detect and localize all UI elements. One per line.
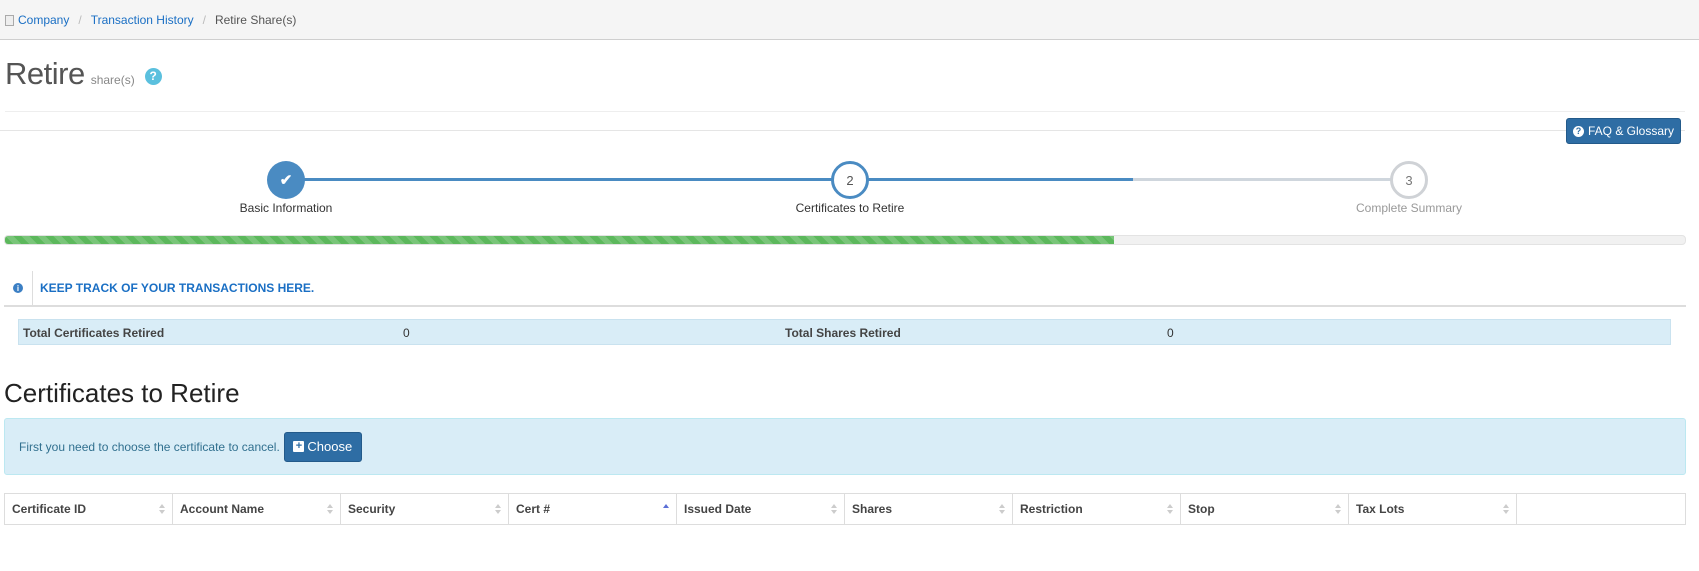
column-header-shares[interactable]: Shares bbox=[845, 494, 1013, 524]
progress-fill bbox=[5, 236, 1114, 244]
faq-glossary-label: FAQ & Glossary bbox=[1587, 124, 1675, 138]
breadcrumb-company-link[interactable]: Company bbox=[18, 13, 69, 27]
total-shares-label: Total Shares Retired bbox=[785, 326, 901, 340]
breadcrumb-current: Retire Share(s) bbox=[214, 12, 297, 27]
page-title-text: Retire bbox=[5, 56, 85, 91]
sort-icon bbox=[1167, 504, 1173, 515]
wizard-progress-bar bbox=[4, 235, 1686, 245]
plus-square-icon: + bbox=[293, 441, 305, 452]
page-title: Retire share(s) ? bbox=[5, 56, 162, 96]
wizard-step-3-circle: 3 bbox=[1390, 161, 1428, 199]
document-icon bbox=[5, 15, 14, 26]
info-banner-message: KEEP TRACK OF YOUR TRANSACTIONS HERE. bbox=[40, 281, 315, 295]
sort-icon bbox=[999, 504, 1005, 515]
certificates-table-header: Certificate ID Account Name Security Cer… bbox=[4, 493, 1686, 525]
question-circle-icon: ? bbox=[1572, 125, 1584, 137]
column-label: Stop bbox=[1188, 502, 1215, 516]
column-header-account-name[interactable]: Account Name bbox=[173, 494, 341, 524]
choose-button-label: Choose bbox=[307, 439, 353, 454]
column-header-restriction[interactable]: Restriction bbox=[1013, 494, 1181, 524]
choose-button[interactable]: + Choose bbox=[283, 431, 362, 462]
wizard-step-3-label: Complete Summary bbox=[1355, 201, 1463, 215]
column-header-certificate-id[interactable]: Certificate ID bbox=[5, 494, 173, 524]
choose-certificate-alert: First you need to choose the certificate… bbox=[4, 418, 1686, 475]
sort-icon bbox=[831, 504, 837, 515]
column-label: Restriction bbox=[1020, 502, 1083, 516]
column-label: Issued Date bbox=[684, 502, 752, 516]
title-divider bbox=[5, 111, 1685, 112]
sort-icon bbox=[495, 504, 501, 515]
wizard-step-1-check-icon[interactable]: ✔ bbox=[267, 161, 305, 199]
help-icon[interactable]: ? bbox=[144, 67, 162, 85]
page-subtitle: share(s) bbox=[90, 73, 135, 87]
info-circle-icon: i bbox=[13, 283, 23, 293]
totals-summary: Total Certificates Retired 0 Total Share… bbox=[18, 319, 1671, 345]
info-circle-icon-cell: i bbox=[4, 271, 33, 305]
sort-icon bbox=[1335, 504, 1341, 515]
total-certificates-label: Total Certificates Retired bbox=[23, 326, 165, 340]
total-shares-value: 0 bbox=[1167, 326, 1174, 340]
info-banner: i KEEP TRACK OF YOUR TRANSACTIONS HERE. bbox=[4, 271, 1686, 307]
breadcrumb-separator: / bbox=[78, 12, 82, 27]
sort-icon bbox=[159, 504, 165, 515]
header-divider bbox=[0, 130, 1685, 131]
wizard-step-2-circle[interactable]: 2 bbox=[831, 161, 869, 199]
wizard-connector-pending bbox=[1133, 178, 1409, 181]
wizard-connector-complete bbox=[287, 178, 1133, 181]
column-header-issued-date[interactable]: Issued Date bbox=[677, 494, 845, 524]
column-label: Account Name bbox=[180, 502, 265, 516]
column-label: Security bbox=[348, 502, 396, 516]
column-header-actions bbox=[1517, 494, 1685, 524]
sort-icon bbox=[327, 504, 333, 515]
column-header-security[interactable]: Security bbox=[341, 494, 509, 524]
column-header-stop[interactable]: Stop bbox=[1181, 494, 1349, 524]
breadcrumb: Company / Transaction History / Retire S… bbox=[0, 0, 1699, 40]
breadcrumb-separator: / bbox=[202, 12, 206, 27]
sort-icon bbox=[1503, 504, 1509, 515]
column-label: Certificate ID bbox=[12, 502, 87, 516]
section-title: Certificates to Retire bbox=[4, 378, 240, 408]
sort-ascending-icon bbox=[663, 504, 669, 515]
total-certificates-value: 0 bbox=[403, 326, 410, 340]
column-label: Tax Lots bbox=[1356, 502, 1405, 516]
column-label: Cert # bbox=[516, 502, 551, 516]
wizard-step-2-label: Certificates to Retire bbox=[795, 201, 905, 215]
faq-glossary-button[interactable]: ? FAQ & Glossary bbox=[1566, 118, 1681, 144]
wizard-step-1-label: Basic Information bbox=[239, 201, 333, 215]
breadcrumb-transaction-history-link[interactable]: Transaction History bbox=[91, 13, 194, 27]
column-header-tax-lots[interactable]: Tax Lots bbox=[1349, 494, 1517, 524]
column-header-cert-number[interactable]: Cert # bbox=[509, 494, 677, 524]
column-label: Shares bbox=[852, 502, 893, 516]
alert-text: First you need to choose the certificate… bbox=[19, 439, 280, 454]
